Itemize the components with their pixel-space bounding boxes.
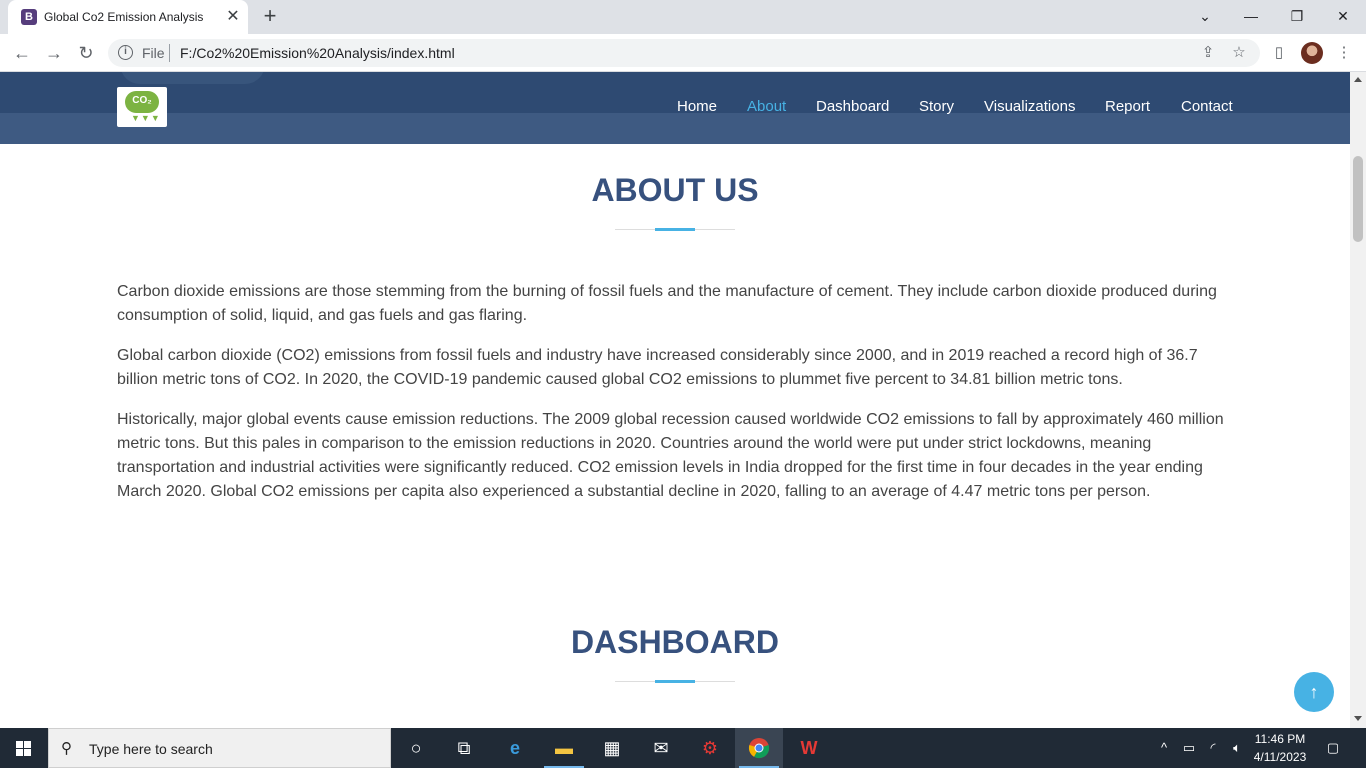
site-header: CO₂ ▼▼▼ Home About Dashboard Story Visua…	[0, 72, 1350, 144]
nav-contact[interactable]: Contact	[1181, 98, 1233, 115]
down-arrows-icon: ▼▼▼	[131, 113, 161, 123]
menu-kebab-icon[interactable]: ⋮	[1333, 42, 1355, 64]
about-title: ABOUT US	[591, 172, 759, 208]
cloud-icon: CO₂	[125, 91, 159, 113]
clock-date: 4/11/2023	[1253, 750, 1307, 764]
browser-toolbar: ← → ↻ i File F:/Co2%20Emission%20Analysi…	[0, 34, 1366, 72]
forward-arrow-icon[interactable]: →	[42, 41, 66, 65]
close-window-button[interactable]: ✕	[1320, 4, 1366, 28]
url-text[interactable]: F:/Co2%20Emission%20Analysis/index.html	[180, 45, 455, 61]
nav-dashboard[interactable]: Dashboard	[816, 98, 889, 115]
cortana-icon[interactable]: ○	[392, 728, 440, 768]
mail-icon[interactable]: ✉	[637, 728, 685, 768]
nav-report[interactable]: Report	[1105, 98, 1150, 115]
chrome-logo-icon	[748, 738, 770, 759]
volume-icon[interactable]: 🔈︎	[1228, 728, 1246, 768]
notifications-icon[interactable]: ▢	[1322, 728, 1344, 768]
tray-chevron-up-icon[interactable]: ^	[1156, 728, 1172, 768]
profile-avatar[interactable]	[1301, 42, 1323, 64]
address-separator	[169, 44, 170, 62]
scroll-down-arrow-icon[interactable]	[1354, 716, 1362, 721]
windows-logo-icon	[16, 741, 31, 756]
security-app-icon[interactable]: ⚙	[686, 728, 734, 768]
dashboard-title: DASHBOARD	[571, 624, 779, 660]
about-paragraph-1: Carbon dioxide emissions are those stemm…	[117, 283, 1217, 324]
start-button[interactable]	[0, 728, 48, 768]
clock-time: 11:46 PM	[1254, 732, 1306, 746]
taskbar-clock[interactable]: 11:46 PM 4/11/2023	[1248, 730, 1312, 766]
scrollbar-thumb[interactable]	[1353, 156, 1363, 242]
share-icon[interactable]: ⇪	[1198, 43, 1218, 63]
page-viewport: CO₂ ▼▼▼ Home About Dashboard Story Visua…	[0, 72, 1350, 728]
nav-home[interactable]: Home	[677, 98, 717, 115]
search-icon: ⚲	[61, 740, 72, 757]
chrome-icon[interactable]	[735, 728, 783, 768]
tab-title: Global Co2 Emission Analysis	[44, 10, 204, 24]
site-logo[interactable]: CO₂ ▼▼▼	[117, 87, 167, 127]
back-to-top-button[interactable]: ↑	[1294, 672, 1334, 712]
search-placeholder: Type here to search	[89, 741, 213, 757]
side-panel-icon[interactable]: ▯	[1268, 42, 1290, 64]
windows-taskbar: ⚲ Type here to search ○ ⧉ e ▬ ▦ ✉ ⚙ W ^ …	[0, 728, 1366, 768]
nav-about[interactable]: About	[747, 98, 786, 115]
header-decoration	[120, 72, 265, 84]
battery-icon[interactable]: ▭	[1180, 728, 1198, 768]
nav-story[interactable]: Story	[919, 98, 954, 115]
bookmark-star-icon[interactable]: ☆	[1229, 43, 1249, 63]
task-view-icon[interactable]: ⧉	[440, 728, 488, 768]
about-paragraph-2: Global carbon dioxide (CO2) emissions fr…	[117, 347, 1198, 388]
edge-icon[interactable]: e	[491, 728, 539, 768]
about-paragraph-3: Historically, major global events cause …	[117, 411, 1224, 500]
nav-visualizations[interactable]: Visualizations	[984, 98, 1075, 115]
back-arrow-icon[interactable]: ←	[10, 41, 34, 65]
file-explorer-icon[interactable]: ▬	[540, 728, 588, 768]
header-lower-band	[0, 113, 1350, 144]
restore-button[interactable]: ❐	[1274, 4, 1320, 28]
store-icon[interactable]: ▦	[588, 728, 636, 768]
taskbar-search[interactable]: ⚲ Type here to search	[48, 728, 391, 768]
minimize-button[interactable]: —	[1228, 4, 1274, 28]
browser-tab-strip: B Global Co2 Emission Analysis ✕ + ⌄ — ❐…	[0, 0, 1366, 34]
browser-tab[interactable]: B Global Co2 Emission Analysis ✕	[8, 0, 248, 34]
scroll-up-arrow-icon[interactable]	[1354, 77, 1362, 82]
page-scrollbar[interactable]	[1350, 72, 1366, 728]
address-prefix: File	[142, 45, 165, 61]
new-tab-button[interactable]: +	[258, 5, 282, 29]
wifi-icon[interactable]: ◜	[1204, 728, 1222, 768]
dashboard-title-accent	[655, 680, 695, 683]
tab-close-icon[interactable]: ✕	[224, 8, 242, 26]
about-title-accent	[655, 228, 695, 231]
tab-favicon-icon: B	[21, 9, 37, 25]
wps-office-icon[interactable]: W	[785, 728, 833, 768]
tab-search-icon[interactable]: ⌄	[1182, 4, 1228, 28]
reload-icon[interactable]: ↻	[74, 41, 98, 65]
address-bar[interactable]: i File F:/Co2%20Emission%20Analysis/inde…	[108, 39, 1260, 67]
info-icon[interactable]: i	[118, 45, 133, 60]
